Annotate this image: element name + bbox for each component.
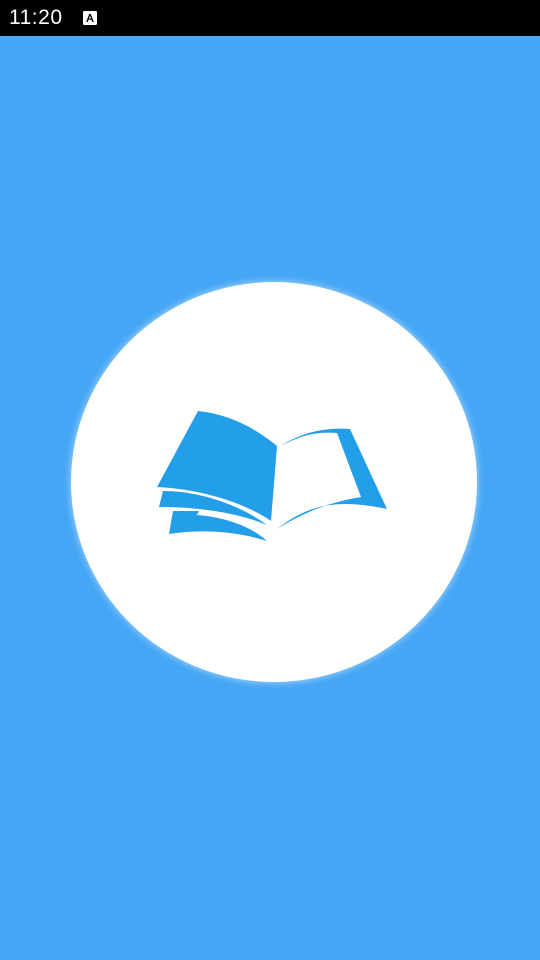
- status-bar: 11:20: [0, 0, 540, 36]
- open-book-icon: [157, 411, 387, 541]
- a-letter-icon: [82, 11, 97, 25]
- splash-screen: [0, 36, 540, 960]
- status-time: 11:20: [9, 6, 63, 29]
- logo-circle: [71, 282, 477, 682]
